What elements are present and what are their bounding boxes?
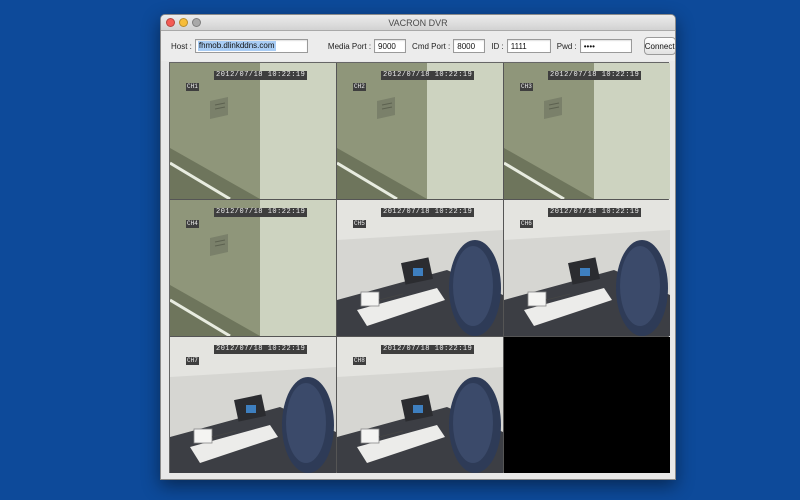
media-port-input[interactable] — [374, 39, 407, 53]
camera-timestamp: 2012/07/18 10:22:19 — [214, 345, 308, 354]
window-controls — [166, 18, 201, 27]
zoom-button[interactable] — [192, 18, 201, 27]
channel-label: CH1 — [186, 83, 199, 91]
camera-tile[interactable]: 2012/07/18 10:22:19 CH2 — [337, 63, 503, 199]
channel-label: CH8 — [353, 357, 366, 365]
camera-timestamp: 2012/07/18 10:22:19 — [381, 71, 475, 80]
camera-timestamp: 2012/07/18 10:22:19 — [548, 208, 642, 217]
camera-tile-empty[interactable] — [504, 337, 670, 473]
minimize-button[interactable] — [179, 18, 188, 27]
camera-timestamp: 2012/07/18 10:22:19 — [381, 345, 475, 354]
host-label: Host : — [171, 41, 192, 51]
camera-tile[interactable]: 2012/07/18 10:22:19 CH5 — [337, 200, 503, 336]
cmd-port-input[interactable] — [453, 39, 486, 53]
id-label: ID : — [491, 41, 504, 51]
close-button[interactable] — [166, 18, 175, 27]
camera-timestamp: 2012/07/18 10:22:19 — [548, 71, 642, 80]
host-input[interactable] — [194, 39, 308, 53]
connection-toolbar: Host : fhmob.dlinkddns.com Media Port : … — [161, 31, 675, 61]
channel-label: CH3 — [520, 83, 533, 91]
camera-timestamp: 2012/07/18 10:22:19 — [214, 208, 308, 217]
channel-label: CH5 — [353, 220, 366, 228]
window-title: VACRON DVR — [388, 18, 448, 28]
pwd-label: Pwd : — [556, 41, 577, 51]
title-bar[interactable]: VACRON DVR — [161, 15, 675, 31]
password-input[interactable] — [579, 39, 632, 53]
camera-grid: 2012/07/18 10:22:19 CH1 2012/07/18 10:22:… — [169, 62, 670, 473]
id-input[interactable] — [506, 39, 551, 53]
channel-label: CH2 — [353, 83, 366, 91]
camera-timestamp: 2012/07/18 10:22:19 — [214, 71, 308, 80]
camera-tile[interactable]: 2012/07/18 10:22:19 CH8 — [337, 337, 503, 473]
camera-timestamp: 2012/07/18 10:22:19 — [381, 208, 475, 217]
camera-tile[interactable]: 2012/07/18 10:22:19 CH3 — [504, 63, 670, 199]
camera-tile[interactable]: 2012/07/18 10:22:19 CH1 — [170, 63, 336, 199]
camera-tile[interactable]: 2012/07/18 10:22:19 CH4 — [170, 200, 336, 336]
dvr-window: VACRON DVR Host : fhmob.dlinkddns.com Me… — [160, 14, 676, 480]
camera-tile[interactable]: 2012/07/18 10:22:19 CH7 — [170, 337, 336, 473]
channel-label: CH6 — [520, 220, 533, 228]
host-field-wrap: fhmob.dlinkddns.com — [194, 39, 318, 53]
media-port-label: Media Port : — [327, 41, 372, 51]
channel-label: CH7 — [186, 357, 199, 365]
channel-label: CH4 — [186, 220, 199, 228]
connect-button[interactable]: Connect — [643, 37, 675, 55]
camera-tile[interactable]: 2012/07/18 10:22:19 CH6 — [504, 200, 670, 336]
cmd-port-label: Cmd Port : — [412, 41, 451, 51]
